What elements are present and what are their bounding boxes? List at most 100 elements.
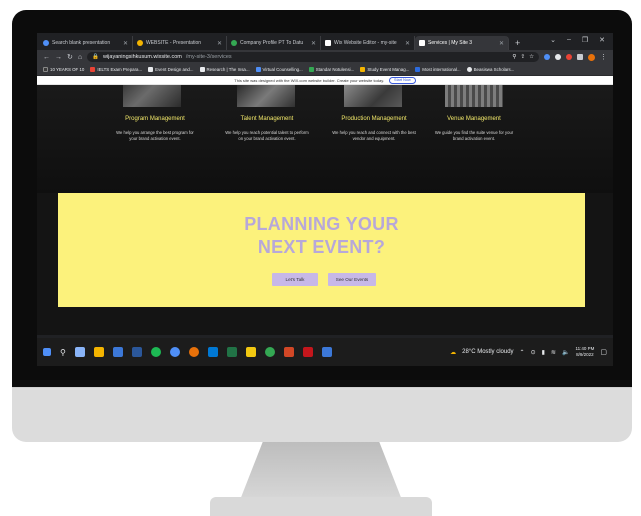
reload-icon[interactable]: ↻ xyxy=(67,53,73,61)
cta-headline-line: NEXT EVENT? xyxy=(257,237,386,257)
powerpoint-icon[interactable] xyxy=(283,347,294,357)
home-icon[interactable]: ⌂ xyxy=(78,54,82,61)
lets-talk-button[interactable]: Let's Talk xyxy=(272,273,318,286)
notification-icon[interactable]: ▢ xyxy=(600,348,607,356)
task-view-icon[interactable] xyxy=(74,347,85,357)
bookmark-item[interactable]: Event Design and... xyxy=(148,67,194,72)
wix-icon xyxy=(419,40,425,46)
browser-tab-active[interactable]: Services | My Site 3 ✕ xyxy=(415,36,509,50)
tab-label: Services | My Site 3 xyxy=(428,40,473,46)
bookmark-item[interactable]: Virtual Counselling... xyxy=(255,67,303,72)
service-title: Production Management xyxy=(341,116,407,122)
monitor-stand-neck xyxy=(240,442,402,500)
windows-start-icon[interactable] xyxy=(43,348,51,356)
bookmark-item[interactable]: Research | The Insa... xyxy=(199,67,250,72)
tab-label: Company Profile PT To Datu xyxy=(240,40,304,46)
browser-tab[interactable]: Wix Website Editor - my-site ✕ xyxy=(321,36,415,50)
service-photo xyxy=(123,85,181,107)
spotify-icon[interactable] xyxy=(150,347,161,357)
weather-icon: ☁ xyxy=(450,349,457,356)
address-bar[interactable]: 🔒 wijayaningsihkusum.wixsite.com/my-site… xyxy=(87,52,539,62)
service-photo xyxy=(237,85,295,107)
profile-avatar[interactable] xyxy=(588,53,595,61)
volume-icon[interactable]: 🔈 xyxy=(562,349,569,356)
bookmarks-bar: 10 YEARS OF 10 IELTS Exam Prepara... Eve… xyxy=(37,64,613,76)
forward-icon[interactable]: → xyxy=(55,54,62,61)
chrome-profile-icon[interactable] xyxy=(264,347,275,357)
photos-icon[interactable] xyxy=(321,347,332,357)
service-photo xyxy=(445,85,503,107)
browser-tab[interactable]: WEBSITE - Presentation ✕ xyxy=(133,36,227,50)
maximize-icon[interactable]: ❐ xyxy=(582,36,588,44)
network-icon[interactable]: ⊙ xyxy=(531,349,536,356)
service-description: We help you reach potential talent to pe… xyxy=(225,130,309,141)
chevron-up-icon[interactable]: ⌃ xyxy=(520,349,525,356)
chevron-down-icon[interactable]: ⌄ xyxy=(550,36,556,44)
chrome-icon[interactable] xyxy=(169,347,180,357)
more-menu-icon[interactable]: ⋮ xyxy=(600,53,607,61)
extensions-area: ⋮ xyxy=(544,53,607,61)
mail-icon[interactable] xyxy=(207,347,218,357)
url-path: /my-site-3/services xyxy=(185,54,232,60)
close-icon[interactable]: ✕ xyxy=(405,40,410,47)
bookmark-item[interactable]: Most international... xyxy=(415,67,461,72)
windows-taskbar: ⚲ ☁ 28°C Mostly cloudy ⌃ ⊙ ▮ ≋ 🔈 11:40 P… xyxy=(37,338,613,366)
system-tray: ☁ 28°C Mostly cloudy ⌃ ⊙ ▮ ≋ 🔈 11:40 PM … xyxy=(450,346,607,358)
excel-icon[interactable] xyxy=(226,347,237,357)
share-icon[interactable]: ⇪ xyxy=(520,54,525,60)
extension-icon[interactable] xyxy=(555,54,561,60)
bookmark-item[interactable]: IELTS Exam Prepara... xyxy=(90,67,142,72)
start-now-button[interactable]: Start Now xyxy=(389,76,416,84)
service-photo xyxy=(344,85,402,107)
wix-promo-banner: This site was designed with the WIX.com … xyxy=(37,76,613,85)
notes-icon[interactable] xyxy=(245,347,256,357)
service-title: Talent Management xyxy=(240,116,294,122)
bookmark-item[interactable]: Study Event Manag... xyxy=(360,67,409,72)
minimize-icon[interactable]: – xyxy=(567,36,571,44)
google-icon xyxy=(43,40,49,46)
close-icon[interactable]: ✕ xyxy=(499,40,504,47)
new-tab-button[interactable]: + xyxy=(509,38,526,50)
browser-toolbar: ← → ↻ ⌂ 🔒 wijayaningsihkusum.wixsite.com… xyxy=(37,50,613,64)
window-controls: ⌄ – ❐ ✕ xyxy=(550,36,613,48)
star-icon[interactable]: ☆ xyxy=(529,54,534,60)
service-title: Program Management xyxy=(125,116,185,122)
battery-icon[interactable]: ▮ xyxy=(542,349,545,356)
sidebar-icon[interactable] xyxy=(577,54,583,60)
word-icon[interactable] xyxy=(131,347,142,357)
services-section: Program Management Talent Management Pro… xyxy=(37,85,613,193)
browser-tab-strip: Search blank presentation ✕ WEBSITE - Pr… xyxy=(37,33,613,50)
extension-icon[interactable] xyxy=(544,54,550,60)
cta-headline: PLANNING YOUR NEXT EVENT? xyxy=(58,213,585,259)
bookmark-item[interactable]: 10 YEARS OF 10 xyxy=(43,67,84,72)
store-icon[interactable] xyxy=(112,347,123,357)
search-icon[interactable]: ⚲ xyxy=(60,348,66,357)
close-icon[interactable]: ✕ xyxy=(123,40,128,47)
tab-label: Search blank presentation xyxy=(52,40,111,46)
desktop-monitor-mockup: Search blank presentation ✕ WEBSITE - Pr… xyxy=(0,0,641,516)
tab-label: WEBSITE - Presentation xyxy=(146,40,202,46)
file-explorer-icon[interactable] xyxy=(93,347,104,357)
close-icon[interactable]: ✕ xyxy=(311,40,316,47)
bookmark-item[interactable]: Standar Notulensi... xyxy=(308,67,354,72)
cta-headline-line: PLANNING YOUR xyxy=(244,214,399,234)
wifi-icon[interactable]: ≋ xyxy=(551,349,556,356)
service-description: We help you arrange the best program for… xyxy=(116,130,194,141)
back-icon[interactable]: ← xyxy=(43,54,50,61)
close-icon[interactable]: ✕ xyxy=(217,40,222,47)
wix-banner-text: This site was designed with the WIX.com … xyxy=(234,77,385,83)
browser-tab[interactable]: Search blank presentation ✕ xyxy=(39,36,133,50)
browser-icon[interactable] xyxy=(188,347,199,357)
extension-icon[interactable] xyxy=(566,54,572,60)
monitor-screen: Search blank presentation ✕ WEBSITE - Pr… xyxy=(37,33,613,366)
browser-tab[interactable]: Company Profile PT To Datu ✕ xyxy=(227,36,321,50)
website-page: Program Management Talent Management Pro… xyxy=(37,85,613,335)
close-window-icon[interactable]: ✕ xyxy=(599,36,605,44)
acrobat-icon[interactable] xyxy=(302,347,313,357)
search-icon[interactable]: ⚲ xyxy=(512,54,516,60)
see-our-events-button[interactable]: See Our Events xyxy=(328,273,376,286)
weather-text[interactable]: 28°C Mostly cloudy xyxy=(462,349,513,355)
taskbar-clock[interactable]: 11:40 PM 8/9/2022 xyxy=(575,346,594,358)
bookmark-item[interactable]: Beasiswa Scholars... xyxy=(466,67,514,72)
google-icon xyxy=(231,40,237,46)
